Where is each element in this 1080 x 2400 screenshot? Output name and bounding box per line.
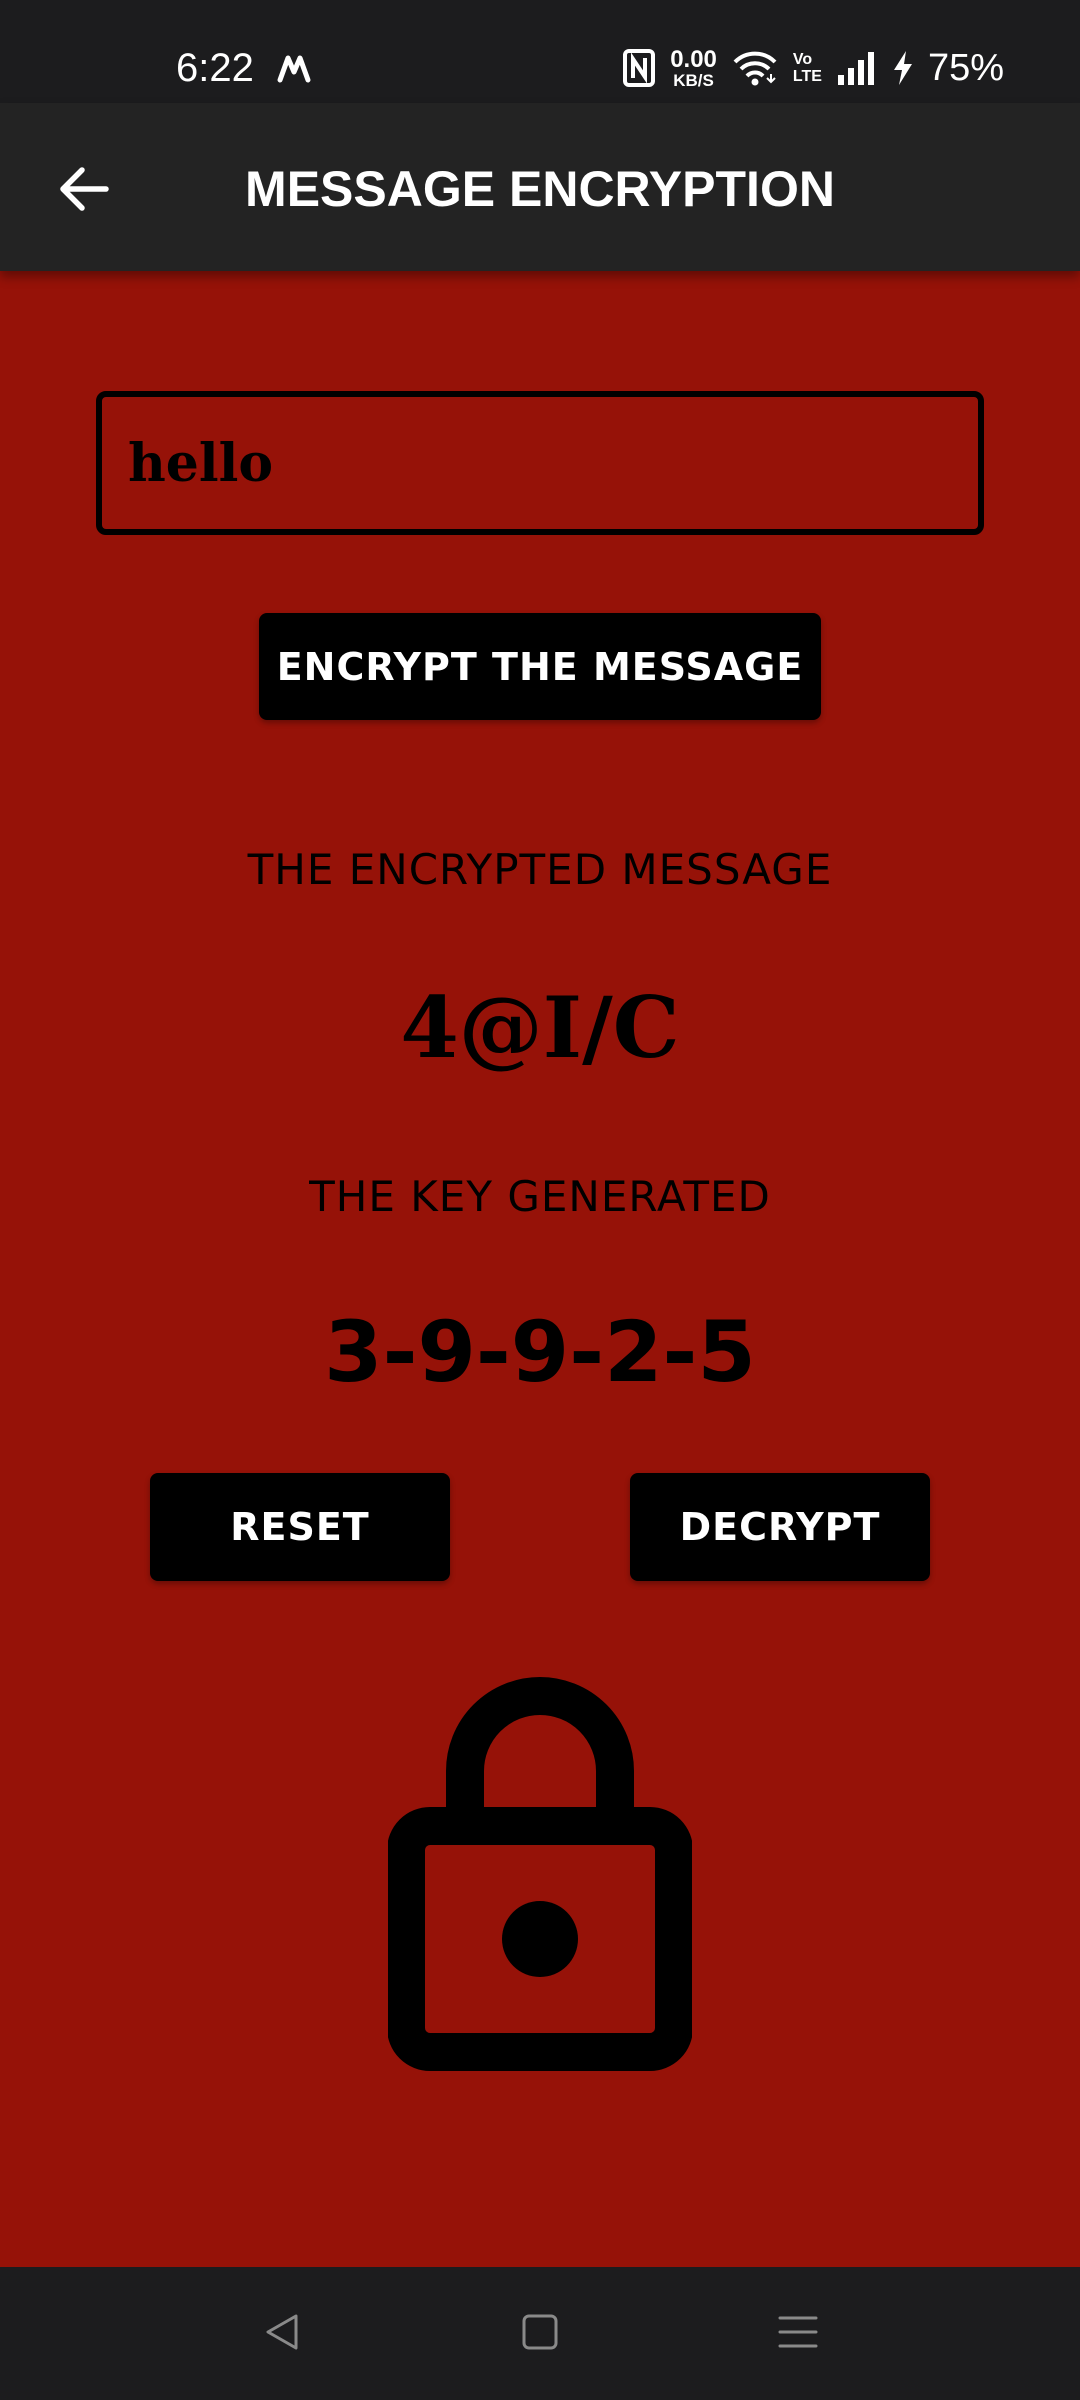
nfc-icon	[623, 49, 656, 87]
network-speed: 0.00 KB/S	[670, 45, 717, 90]
signal-icon	[837, 52, 874, 85]
charging-icon	[893, 51, 912, 85]
reset-button[interactable]: RESET	[150, 1473, 450, 1581]
encrypted-message-value: 4@I/C	[400, 978, 680, 1077]
navigation-bar	[0, 2267, 1080, 2400]
status-time: 6:22	[176, 46, 254, 90]
status-bar: 6:22 0.00 KB/S Vo LTE 75%	[0, 0, 1080, 103]
network-speed-value: 0.00	[670, 45, 717, 73]
volte-indicator: Vo LTE	[793, 51, 822, 85]
lock-icon	[388, 1677, 692, 2071]
menu-lines-icon	[778, 2316, 818, 2348]
page-title: MESSAGE ENCRYPTION	[245, 161, 835, 217]
network-speed-unit: KB/S	[673, 70, 714, 90]
message-input[interactable]	[96, 391, 984, 535]
encrypted-message-label: THE ENCRYPTED MESSAGE	[247, 845, 833, 894]
battery-percent: 75%	[927, 47, 1004, 89]
key-label: THE KEY GENERATED	[309, 1172, 771, 1221]
nav-menu-button[interactable]	[758, 2297, 838, 2367]
volte-top: Vo	[792, 51, 813, 68]
key-value: 3-9-9-2-5	[324, 1303, 756, 1401]
nav-back-button[interactable]	[242, 2297, 322, 2367]
triangle-back-icon	[266, 2314, 298, 2350]
square-home-icon	[522, 2314, 558, 2350]
nav-home-button[interactable]	[500, 2297, 580, 2367]
volte-bottom: LTE	[792, 68, 822, 85]
decrypt-button[interactable]: DECRYPT	[630, 1473, 930, 1581]
encrypt-button[interactable]: ENCRYPT THE MESSAGE	[259, 613, 821, 720]
wifi-icon	[733, 51, 777, 86]
app-bar: MESSAGE ENCRYPTION	[0, 103, 1080, 271]
status-icons: 0.00 KB/S Vo LTE 75%	[622, 44, 1004, 92]
notification-m-icon	[277, 55, 311, 83]
